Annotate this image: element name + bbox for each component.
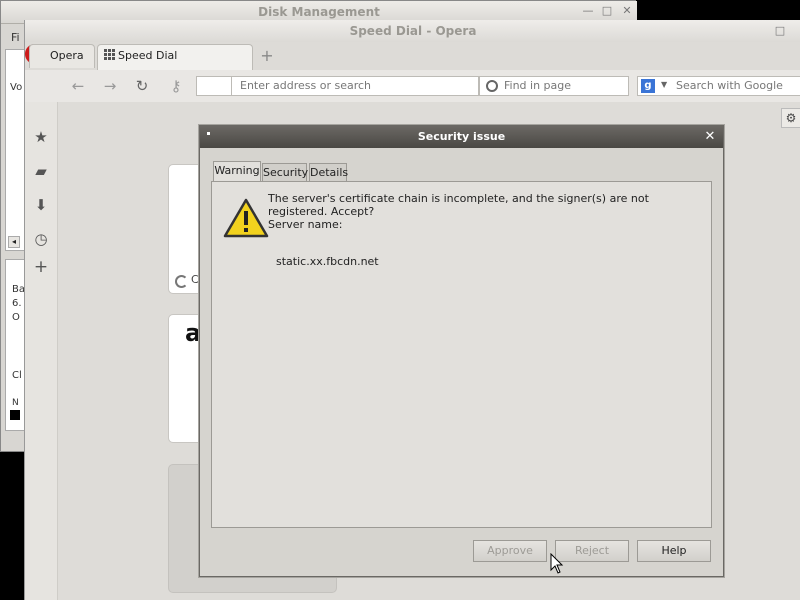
tab-details[interactable]: Details bbox=[309, 163, 348, 182]
tab-label: Opera bbox=[50, 49, 84, 62]
server-name-label: Server name: bbox=[268, 218, 343, 231]
scroll-left-button[interactable]: ◂ bbox=[8, 236, 20, 248]
reject-button[interactable]: Reject bbox=[555, 540, 629, 562]
google-logo-icon[interactable]: g bbox=[641, 79, 655, 93]
legend-swatch bbox=[10, 410, 20, 420]
tab-security[interactable]: Security bbox=[262, 163, 308, 182]
magnifier-icon bbox=[486, 80, 498, 92]
new-tab-plus-icon[interactable]: + bbox=[259, 48, 275, 64]
site-info-badge[interactable] bbox=[196, 76, 232, 96]
notes-icon[interactable]: ▰ bbox=[32, 162, 50, 180]
minimize-button[interactable]: □ bbox=[773, 24, 787, 38]
bookmarks-star-icon[interactable]: ★ bbox=[32, 128, 50, 146]
approve-button[interactable]: Approve bbox=[473, 540, 547, 562]
tile-label: C bbox=[191, 273, 199, 286]
downloads-icon[interactable]: ⬇ bbox=[32, 196, 50, 214]
legend-label: N bbox=[12, 398, 19, 408]
menu-item-file[interactable]: Fi bbox=[11, 31, 20, 44]
tab-speed-dial[interactable]: Speed Dial bbox=[97, 44, 253, 70]
find-in-page-field[interactable]: Find in page bbox=[479, 76, 629, 96]
back-arrow-icon[interactable]: ← bbox=[69, 78, 87, 94]
help-button[interactable]: Help bbox=[637, 540, 711, 562]
security-issue-dialog: Security issue ✕ Warning Security Detail… bbox=[199, 125, 724, 577]
volume-label: Vo bbox=[10, 82, 23, 93]
disk-status: O bbox=[12, 312, 20, 323]
tab-label: Speed Dial bbox=[118, 49, 178, 62]
add-panel-icon[interactable]: + bbox=[32, 258, 50, 276]
warning-message: The server's certificate chain is incomp… bbox=[268, 192, 649, 218]
close-icon[interactable]: ✕ bbox=[703, 128, 717, 146]
chevron-down-icon[interactable]: ▼ bbox=[661, 80, 667, 89]
server-name-value: static.xx.fbcdn.net bbox=[276, 255, 379, 268]
window-title: Speed Dial - Opera bbox=[25, 20, 800, 43]
mouse-cursor-icon bbox=[550, 553, 564, 574]
forward-arrow-icon[interactable]: → bbox=[101, 78, 119, 94]
opera-sidebar: ★ ▰ ⬇ ◷ + bbox=[25, 102, 58, 600]
reload-icon[interactable]: ↻ bbox=[133, 78, 151, 94]
history-clock-icon[interactable]: ◷ bbox=[32, 230, 50, 248]
maximize-button[interactable]: □ bbox=[600, 4, 614, 18]
cd-label: Cl bbox=[12, 370, 22, 381]
key-icon[interactable]: ⚷ bbox=[165, 78, 187, 94]
close-button[interactable]: ✕ bbox=[620, 4, 634, 18]
warning-triangle-icon bbox=[223, 198, 269, 238]
minimize-button[interactable]: — bbox=[581, 4, 595, 18]
tab-bar: Opera Speed Dial + bbox=[25, 42, 800, 71]
address-field[interactable]: Enter address or search bbox=[231, 76, 479, 96]
navigation-toolbar: ← → ↻ ⚷ Enter address or search Find in … bbox=[25, 70, 800, 103]
warning-panel: The server's certificate chain is incomp… bbox=[211, 181, 712, 528]
tab-opera-menu[interactable]: Opera bbox=[29, 44, 95, 68]
disk-size: 6. bbox=[12, 298, 22, 309]
loading-spinner-icon bbox=[175, 275, 188, 288]
tab-warning[interactable]: Warning bbox=[213, 161, 261, 182]
window-menu-icon[interactable] bbox=[207, 132, 210, 135]
dialog-title: Security issue bbox=[200, 126, 723, 148]
speed-dial-grid-icon bbox=[104, 49, 115, 60]
wrench-settings-icon[interactable]: ⚙ bbox=[781, 108, 800, 128]
